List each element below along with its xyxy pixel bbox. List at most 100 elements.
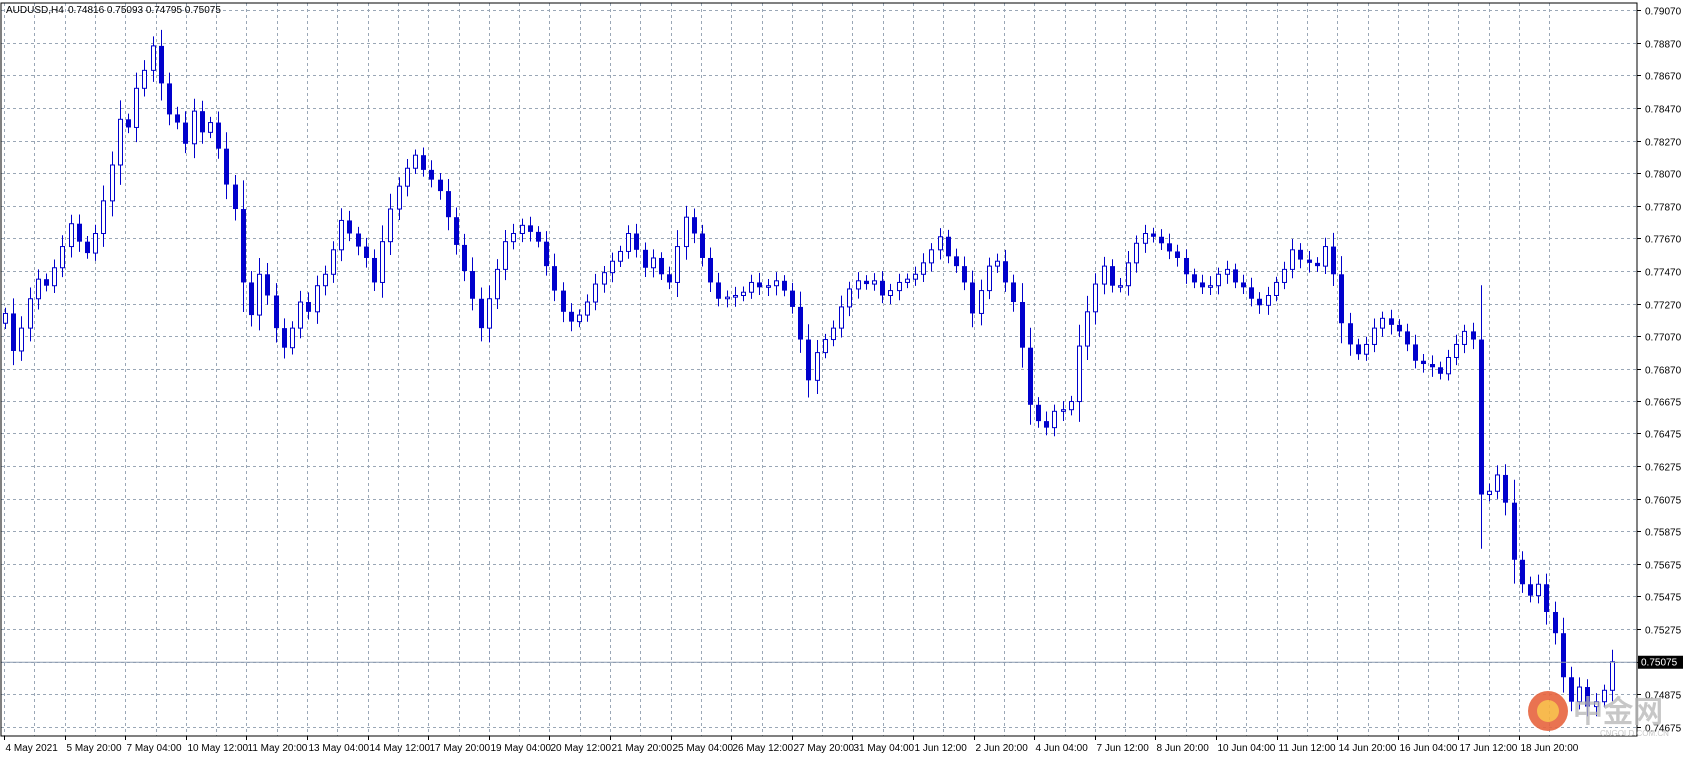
candle-body-bull [315,285,320,313]
candle-body-bear [1241,282,1246,288]
candle-body-bear [659,257,664,275]
candle-body-bear [1036,404,1041,422]
candle-body-bear [364,246,369,258]
candle-body-bull [888,290,893,296]
candle-body-bull [192,110,197,145]
candle-body-bull [1102,265,1107,285]
candle-body-bear [716,282,721,299]
candle-body-bear [643,249,648,268]
candle-body-bull [1290,249,1295,270]
x-tick-label: 21 May 20:00 [612,743,673,754]
candle-body-bear [282,328,287,348]
candle-body-bear [1471,331,1476,340]
candle-body-bear [954,256,959,267]
x-tick-label: 7 May 04:00 [127,743,182,754]
candle-body-bull [503,241,508,270]
candle-body-bull [1266,294,1271,306]
candle-body-bear [438,179,443,192]
candle-body-bull [987,265,992,292]
candle-body-bull [495,268,500,300]
x-tick-label: 2 Jun 20:00 [976,743,1029,754]
candle-body-bear [429,169,434,180]
candle-body-bull [577,314,582,323]
candle-body-bull [28,298,33,329]
y-tick-label: 0.77670 [1645,235,1682,246]
candle-body-bear [544,241,549,267]
candle-body-bear [44,279,49,286]
candle-body-bear [569,311,574,322]
x-tick-label: 4 May 2021 [6,743,59,754]
candle-body-bull [208,122,213,133]
candle-body-bear [970,282,975,314]
x-tick-label: 1 Jun 12:00 [915,743,968,754]
candle-body-bear [1298,249,1303,260]
candle-body-bull [610,260,615,274]
candle-body-bull [339,219,344,251]
candle-body-bull [1282,268,1287,283]
candle-body-bear [175,114,180,123]
candle-body-bear [634,233,639,250]
candle-body-bear [962,266,967,283]
y-tick-label: 0.76275 [1645,463,1682,474]
y-tick-label: 0.78270 [1645,138,1682,149]
candle-body-bull [1323,246,1328,267]
ohlc-readout: 0.74816 0.75093 0.74795 0.75075 [68,5,221,16]
candle-body-bull [1372,327,1377,345]
x-tick-label: 26 May 12:00 [733,743,794,754]
candle-body-bear [1331,246,1336,275]
x-tick-label: 10 Jun 04:00 [1218,743,1276,754]
x-tick-label: 14 May 12:00 [370,743,431,754]
candle-body-bear [946,236,951,257]
candle-body-bear [1159,236,1164,244]
candle-body-bull [487,298,492,329]
candle-body-bull [995,260,1000,267]
candle-body-bull [979,290,984,314]
candle-body-bull [766,285,771,288]
candle-body-bear [1348,323,1353,345]
candle-body-bear [708,257,713,283]
candle-body-bull [626,233,631,252]
candle-body-bull [856,280,861,290]
candle-body-bull [19,327,24,352]
candle-body-bear [1438,367,1443,374]
candle-body-bull [725,296,730,300]
candle-body-bear [372,257,377,283]
candle-body-bull [93,233,98,254]
x-tick-label: 11 May 20:00 [248,743,308,754]
candle-body-bull [823,339,828,354]
candle-body-bull [142,69,147,89]
candle-body-bull [110,164,115,202]
candle-body-bear [1544,584,1549,612]
candle-body-bear [85,241,90,254]
candle-body-bull [1462,330,1467,345]
candle-body-bear [1184,257,1189,275]
candle-body-bull [1487,490,1492,496]
candle-body-bear [1028,347,1033,405]
candle-body-bull [380,241,385,283]
candle-body-bear [421,155,426,170]
y-tick-label: 0.77270 [1645,301,1682,312]
candle-body-bull [520,224,525,235]
candle-body-bull [897,281,902,292]
y-tick-label: 0.76675 [1645,398,1682,409]
candle-body-bear [1011,282,1016,303]
x-tick-label: 25 May 04:00 [673,743,734,754]
candle-body-bull [1225,268,1230,275]
candle-body-bull [938,236,943,251]
candle-body-bull [1093,283,1098,313]
candle-body-bear [1307,259,1312,263]
candle-body-bear [216,122,221,149]
candle-body-bull [405,167,410,187]
candle-body-bull [839,306,844,329]
x-tick-label: 4 Jun 04:00 [1036,743,1089,754]
candle-body-bear [1528,584,1533,596]
y-tick-label: 0.78870 [1645,40,1682,51]
candle-body-bear [347,220,352,234]
candle-body-bull [1446,356,1451,375]
candle-body-bear [1553,611,1558,634]
candle-body-bear [667,274,672,283]
candle-body-bear [1167,243,1172,252]
chart-svg: 0.79070 0.78870 0.78670 0.78470 0.78270 0.780… [0,0,1683,762]
candle-body-bull [1610,661,1615,691]
candle-body-bear [1512,502,1517,560]
